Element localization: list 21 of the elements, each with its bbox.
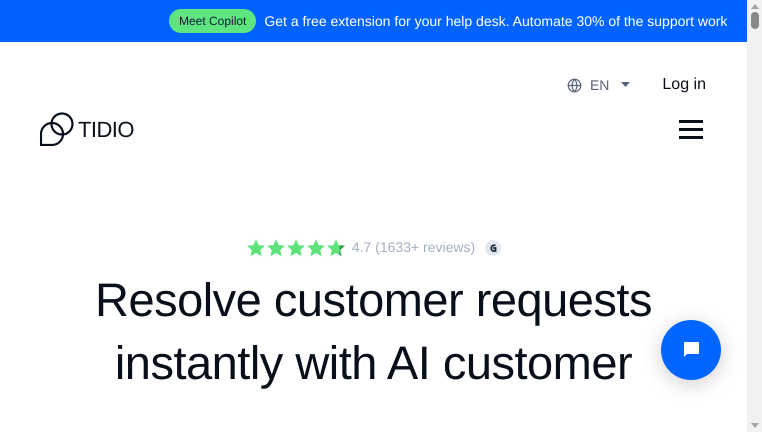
star-icon (266, 238, 286, 258)
globe-icon (566, 78, 582, 92)
review-site-icon (485, 240, 502, 256)
logo-text: TIDIO (78, 116, 134, 144)
star-icon (286, 238, 306, 258)
banner-text: Get a free extension for your help desk. Automate 30% of the support work (264, 12, 728, 31)
logo-icon (40, 112, 74, 146)
language-selector[interactable]: EN (566, 74, 630, 96)
copilot-badge[interactable]: Meet Copilot (169, 9, 256, 33)
rating-text: 4.7 (1633+ reviews) (352, 238, 476, 257)
star-icon (306, 238, 326, 258)
scroll-down-icon[interactable] (750, 423, 758, 428)
caret-icon (621, 82, 630, 88)
chat-bubble-icon (681, 340, 701, 360)
star-icon (326, 238, 346, 258)
hero-heading: Resolve customer requests instantly with AI customer (94, 272, 653, 391)
menu-icon[interactable] (679, 120, 703, 138)
scroll-up-icon[interactable] (750, 4, 758, 9)
login-link[interactable]: Log in (662, 73, 706, 97)
star-icon (246, 238, 266, 258)
scroll-thumb[interactable] (750, 12, 758, 29)
